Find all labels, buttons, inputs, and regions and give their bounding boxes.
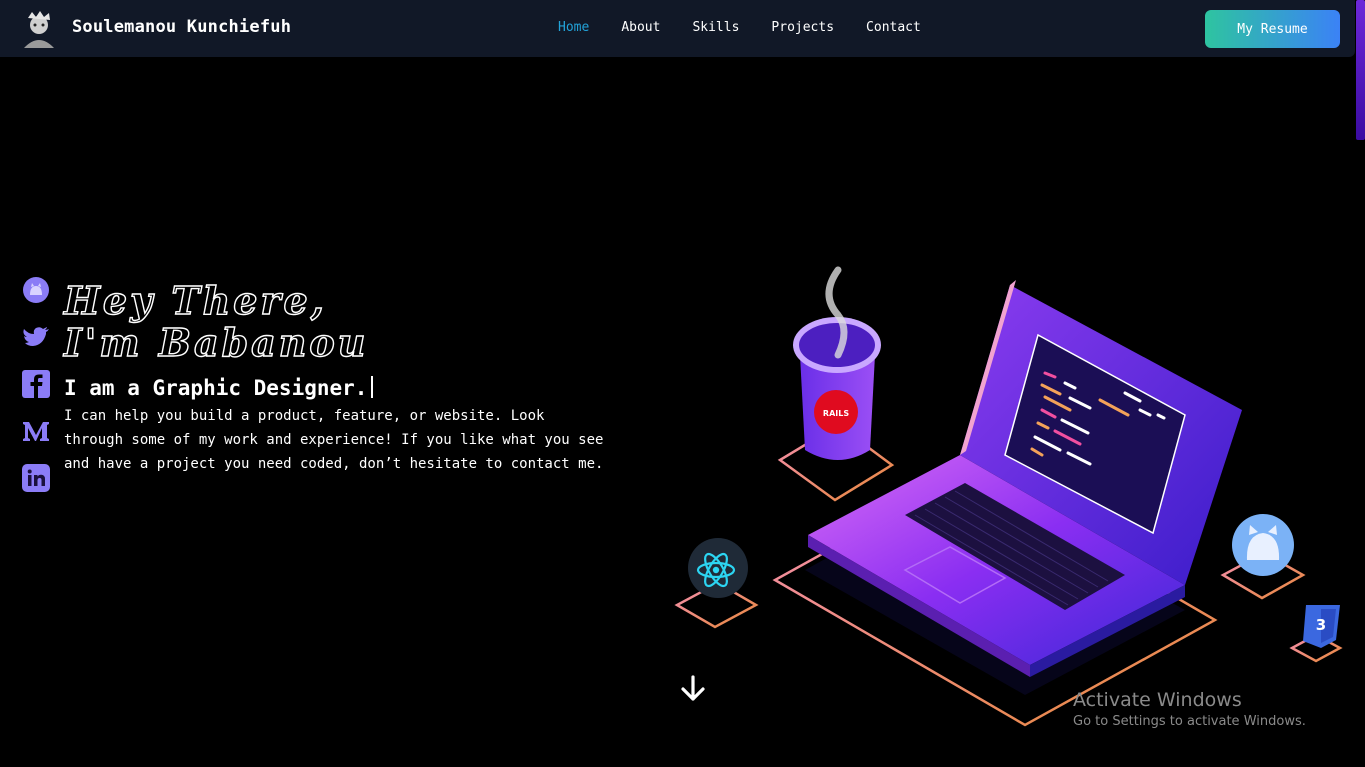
nav-link-skills[interactable]: Skills [692,20,739,35]
avatar[interactable] [18,10,60,48]
brand-name[interactable]: Soulemanou Kunchiefuh [72,17,291,37]
svg-text:3: 3 [1316,616,1326,634]
twitter-icon[interactable] [21,322,51,352]
facebook-icon[interactable] [21,369,51,399]
top-navbar: Soulemanou Kunchiefuh Home About Skills … [0,0,1355,57]
medium-icon[interactable] [21,416,51,446]
intro-paragraph: I can help you build a product, feature,… [64,408,604,472]
hero-illustration: RAILS 3 [674,266,1343,727]
github-icon[interactable] [21,275,51,305]
hero-heading-line-1: Hey There, [63,278,327,323]
typed-role: I am a Graphic Designer. [64,376,374,400]
nav-link-home[interactable]: Home [558,20,589,35]
nav-menu: Home About Skills Projects Contact [558,20,953,35]
css3-icon: 3 [1303,605,1340,648]
linkedin-icon[interactable] [21,463,51,493]
typing-caret [371,376,374,398]
hero-heading: Hey There, I'm Babanou [63,278,369,365]
activate-windows-subtitle: Go to Settings to activate Windows. [1073,714,1306,729]
nav-link-about[interactable]: About [621,20,660,35]
rails-logo-text: RAILS [823,409,849,418]
resume-button[interactable]: My Resume [1205,10,1340,48]
scrollbar-thumb[interactable] [1356,0,1365,140]
hero-heading-line-2: I'm Babanou [63,320,369,365]
nav-link-contact[interactable]: Contact [866,20,921,35]
typed-role-text: I am a Graphic Designer. [64,376,368,400]
nav-link-projects[interactable]: Projects [771,20,834,35]
activate-windows-title: Activate Windows [1073,689,1242,711]
